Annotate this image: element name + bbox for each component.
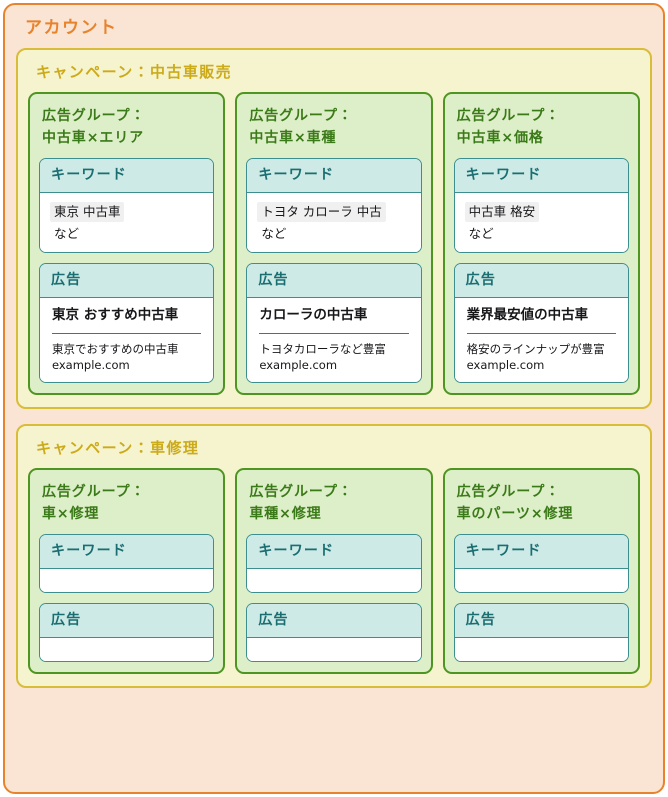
- keyword-term: 東京 中古車: [50, 202, 125, 222]
- ad-panel: 広告: [39, 603, 215, 662]
- adgroup-row: 広告グループ： 中古車×エリア キーワード 東京 中古車 など 広告 東京 おす…: [28, 92, 640, 395]
- adgroup-card: 広告グループ： 中古車×エリア キーワード 東京 中古車 など 広告 東京 おす…: [28, 92, 226, 395]
- campaign-card: キャンペーン：車修理 広告グループ： 車×修理 キーワード 広告 広告グループ：…: [16, 424, 652, 688]
- adgroup-title: 広告グループ： 車種×修理: [249, 484, 353, 522]
- ad-description: トヨタカローラなど豊富: [259, 342, 386, 356]
- keyword-panel-body: トヨタ カローラ 中古 など: [247, 193, 421, 252]
- ad-panel-body: [247, 638, 421, 661]
- ad-divider: [259, 333, 409, 334]
- keyword-panel-header: キーワード: [454, 159, 628, 193]
- ad-panel: 広告: [453, 603, 629, 662]
- ad-panel-header: 広告: [247, 264, 421, 298]
- keyword-panel: キーワード 東京 中古車 など: [39, 158, 215, 253]
- ad-description: 格安のラインナップが豊富: [466, 342, 605, 356]
- keyword-panel: キーワード: [453, 534, 629, 593]
- keyword-panel: キーワード 中古車 格安 など: [453, 158, 629, 253]
- ad-panel: 広告 カローラの中古車 トヨタカローラなど豊富 example.com: [246, 263, 422, 383]
- ad-panel-body: 業界最安値の中古車 格安のラインナップが豊富 example.com: [454, 298, 628, 382]
- keyword-etc: など: [468, 226, 494, 241]
- campaign-title: キャンペーン：中古車販売: [36, 63, 233, 81]
- ad-title: 業界最安値の中古車: [466, 307, 589, 323]
- ad-panel-header: 広告: [454, 264, 628, 298]
- keyword-panel-body: [247, 569, 421, 592]
- adgroup-title: 広告グループ： 車×修理: [42, 484, 146, 522]
- ad-url: example.com: [52, 358, 130, 372]
- adgroup-title: 広告グループ： 中古車×車種: [249, 108, 353, 146]
- account-container: アカウント キャンペーン：中古車販売 広告グループ： 中古車×エリア キーワード…: [3, 3, 665, 794]
- keyword-panel-header: キーワード: [247, 159, 421, 193]
- ad-divider: [52, 333, 202, 334]
- keyword-panel-header: キーワード: [40, 159, 214, 193]
- ad-panel-body: カローラの中古車 トヨタカローラなど豊富 example.com: [247, 298, 421, 382]
- ad-panel-header: 広告: [40, 604, 214, 638]
- ad-panel-header: 広告: [454, 604, 628, 638]
- keyword-panel-body: 東京 中古車 など: [40, 193, 214, 252]
- account-title: アカウント: [25, 18, 118, 38]
- ad-panel-header: 広告: [247, 604, 421, 638]
- adgroup-card: 広告グループ： 中古車×価格 キーワード 中古車 格安 など 広告 業界最安値の…: [442, 92, 640, 395]
- keyword-term: トヨタ カローラ 中古: [257, 202, 386, 222]
- adgroup-card: 広告グループ： 車×修理 キーワード 広告: [28, 468, 226, 674]
- adgroup-row: 広告グループ： 車×修理 キーワード 広告 広告グループ： 車種×修理 キーワー…: [28, 468, 640, 674]
- keyword-panel-body: [454, 569, 628, 592]
- adgroup-title: 広告グループ： 中古車×価格: [456, 108, 561, 146]
- adgroup-title: 広告グループ： 中古車×エリア: [42, 108, 146, 146]
- keyword-panel-header: キーワード: [454, 535, 628, 569]
- ad-panel: 広告: [246, 603, 422, 662]
- ad-url: example.com: [466, 358, 545, 372]
- keyword-term: 中古車 格安: [464, 202, 540, 222]
- keyword-panel-header: キーワード: [40, 535, 214, 569]
- ad-panel-body: 東京 おすすめ中古車 東京でおすすめの中古車 example.com: [40, 298, 214, 382]
- ad-title: 東京 おすすめ中古車: [52, 307, 179, 323]
- ad-divider: [466, 333, 616, 334]
- ad-url: example.com: [259, 358, 338, 372]
- ad-panel: 広告 東京 おすすめ中古車 東京でおすすめの中古車 example.com: [39, 263, 215, 383]
- ad-panel: 広告 業界最安値の中古車 格安のラインナップが豊富 example.com: [453, 263, 629, 383]
- keyword-panel: キーワード: [39, 534, 215, 593]
- keyword-panel-body: [40, 569, 214, 592]
- campaign-card: キャンペーン：中古車販売 広告グループ： 中古車×エリア キーワード 東京 中古…: [16, 48, 652, 409]
- adgroup-card: 広告グループ： 中古車×車種 キーワード トヨタ カローラ 中古 など 広告 カ…: [235, 92, 433, 395]
- campaign-title: キャンペーン：車修理: [36, 439, 200, 457]
- keyword-panel-header: キーワード: [247, 535, 421, 569]
- adgroup-card: 広告グループ： 車のパーツ×修理 キーワード 広告: [442, 468, 640, 674]
- keyword-etc: など: [261, 226, 287, 241]
- ad-panel-header: 広告: [40, 264, 214, 298]
- keyword-panel-body: 中古車 格安 など: [454, 193, 628, 252]
- ad-panel-body: [454, 638, 628, 661]
- keyword-panel: キーワード トヨタ カローラ 中古 など: [246, 158, 422, 253]
- keyword-panel: キーワード: [246, 534, 422, 593]
- keyword-etc: など: [54, 226, 80, 241]
- ad-panel-body: [40, 638, 214, 661]
- adgroup-card: 広告グループ： 車種×修理 キーワード 広告: [235, 468, 433, 674]
- ad-title: カローラの中古車: [259, 307, 368, 323]
- ad-description: 東京でおすすめの中古車: [52, 342, 179, 356]
- adgroup-title: 広告グループ： 車のパーツ×修理: [456, 484, 574, 522]
